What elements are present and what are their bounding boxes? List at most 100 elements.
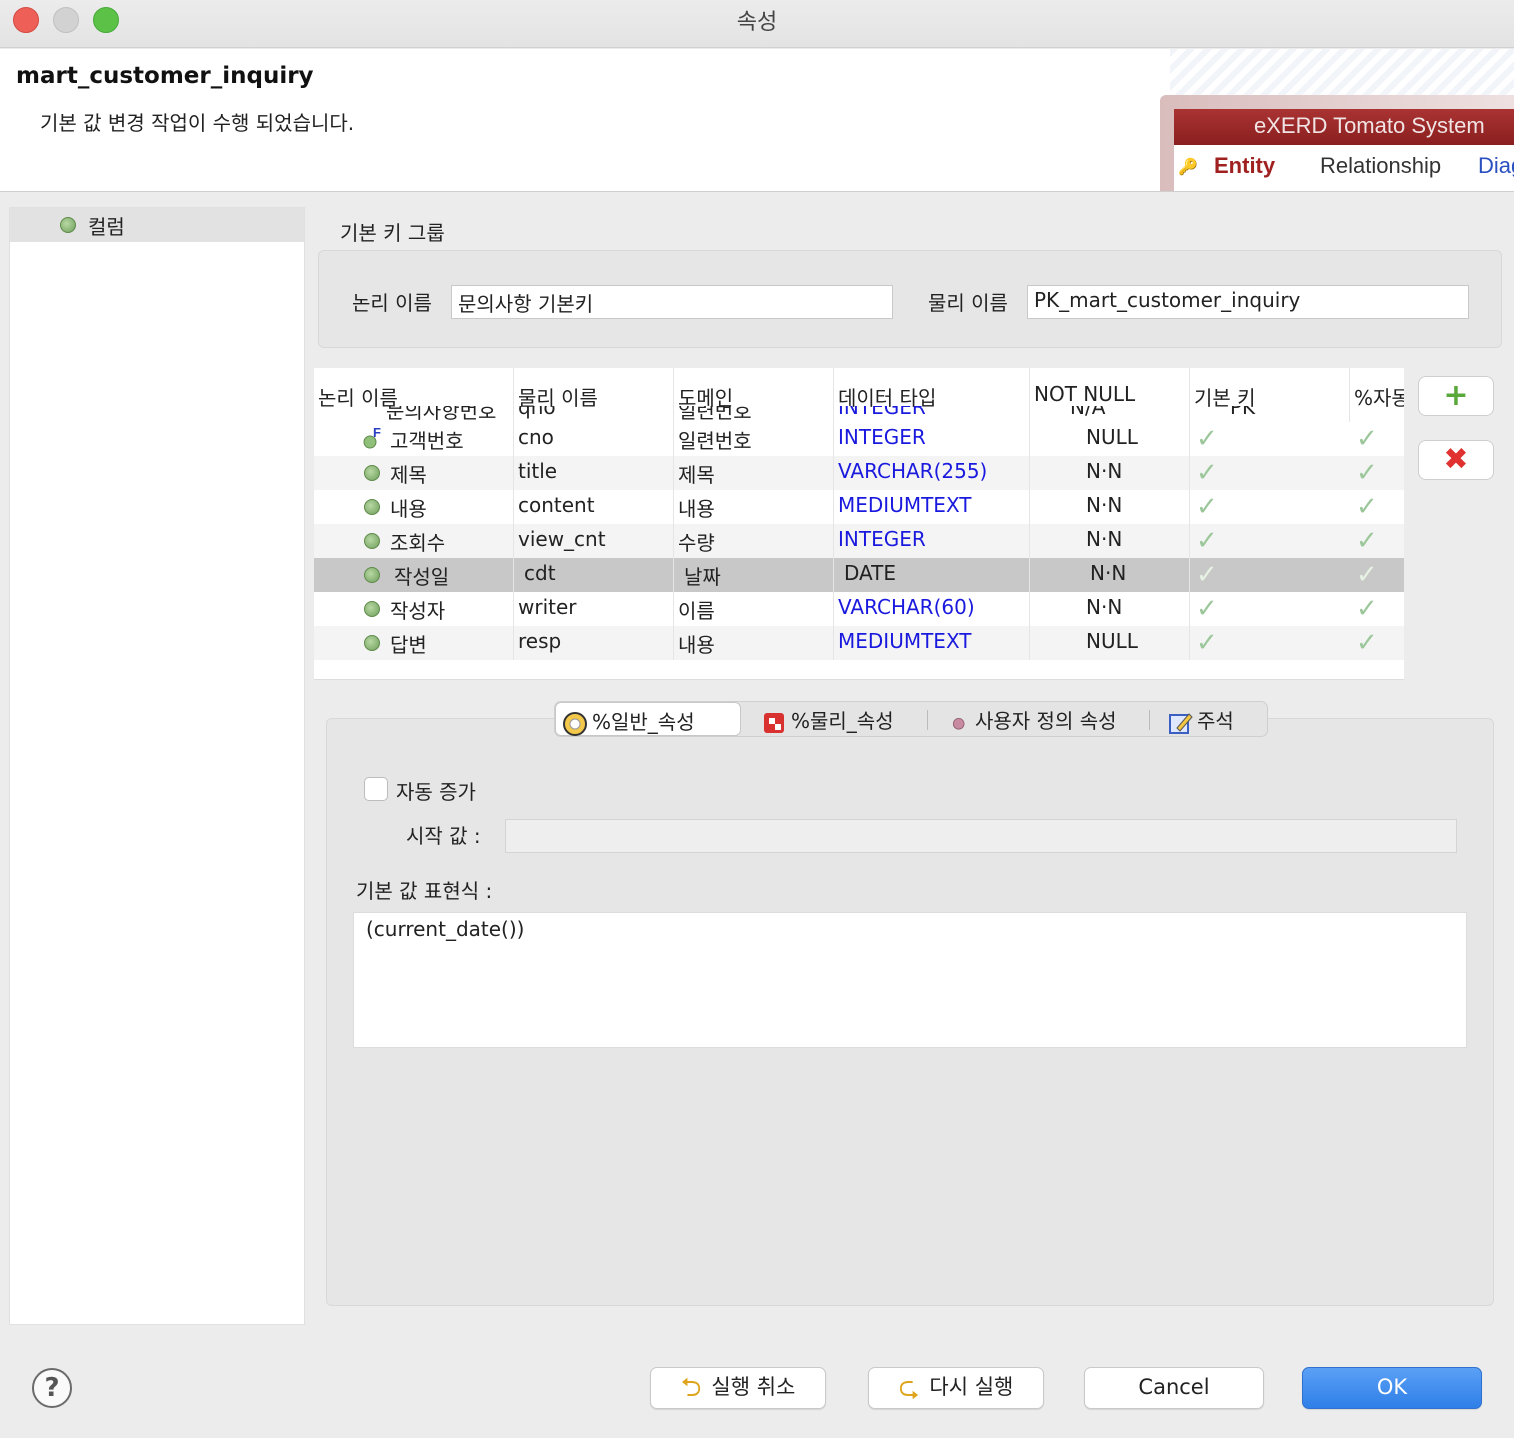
cell-notnull: N·N bbox=[1030, 592, 1190, 626]
cell-notnull: N·N bbox=[1030, 558, 1190, 592]
delete-x-icon: ✖ bbox=[1443, 442, 1469, 477]
redo-arrow-icon: ⮎ bbox=[898, 1373, 920, 1403]
pk-check-icon[interactable]: ✓ bbox=[1196, 460, 1218, 486]
tab-physical-properties[interactable]: %물리_속성 bbox=[755, 702, 925, 736]
table-row[interactable]: 작성자 writer 이름 VARCHAR(60) N·N ✓ ✓ bbox=[314, 592, 1404, 626]
cell-logical: 제목 bbox=[314, 456, 514, 490]
auto-check-icon[interactable]: ✓ bbox=[1356, 460, 1378, 486]
dialog-header: mart_customer_inquiry 기본 값 변경 작업이 수행 되었습… bbox=[0, 49, 1514, 192]
auto-check-icon[interactable]: ✓ bbox=[1356, 426, 1378, 452]
default-expr-label: 기본 값 표현식 : bbox=[356, 879, 493, 903]
cell-logical: 답변 bbox=[314, 626, 514, 660]
tree-item-column[interactable]: 컬럼 bbox=[10, 208, 304, 242]
tab-label: 사용자 정의 속성 bbox=[975, 709, 1117, 733]
cell-notnull: N·N bbox=[1030, 456, 1190, 490]
cell-domain: 내용 bbox=[674, 490, 834, 524]
pk-check-icon[interactable]: ✓ bbox=[1196, 528, 1218, 554]
column-dot-icon bbox=[60, 217, 76, 233]
cell-physical: cdt bbox=[514, 558, 674, 592]
tab-user-properties[interactable]: 사용자 정의 속성 bbox=[945, 702, 1145, 736]
window-title: 속성 bbox=[736, 10, 778, 35]
add-column-button[interactable]: + bbox=[1418, 376, 1494, 416]
table-row[interactable]: 답변 resp 내용 MEDIUMTEXT NULL ✓ ✓ bbox=[314, 626, 1404, 660]
table-row[interactable]: 조회수 view_cnt 수량 INTEGER N·N ✓ ✓ bbox=[314, 524, 1404, 558]
undo-button[interactable]: ⮌ 실행 취소 bbox=[650, 1367, 826, 1409]
pk-group-title: 기본 키 그룹 bbox=[340, 221, 445, 245]
undo-arrow-icon: ⮌ bbox=[680, 1373, 702, 1403]
pk-check-icon[interactable]: ✓ bbox=[1196, 426, 1218, 452]
pk-logical-name-input[interactable]: 문의사항 기본키 bbox=[451, 285, 893, 319]
user-props-icon bbox=[952, 717, 965, 730]
cell-physical: content bbox=[514, 490, 674, 524]
redo-label: 다시 실행 bbox=[929, 1375, 1014, 1399]
cell-domain: 내용 bbox=[674, 626, 834, 660]
banner-tab-entity: Entity bbox=[1214, 153, 1276, 178]
pk-check-icon[interactable]: ✓ bbox=[1196, 562, 1218, 588]
cell-datatype: VARCHAR(255) bbox=[834, 456, 1030, 490]
cell-logical: 내용 bbox=[314, 490, 514, 524]
pk-physical-name-input[interactable]: PK_mart_customer_inquiry bbox=[1027, 285, 1469, 319]
cell-datatype: DATE bbox=[834, 558, 1030, 592]
tab-general-properties[interactable]: %일반_속성 bbox=[555, 702, 741, 736]
auto-increment-checkbox[interactable] bbox=[364, 777, 388, 801]
cell-notnull: NULL bbox=[1030, 626, 1190, 660]
table-row-partial[interactable]: 문의사항번호 qno 일련번호 INTEGER N/A PK bbox=[314, 406, 1404, 422]
cancel-button[interactable]: Cancel bbox=[1084, 1367, 1264, 1409]
status-message: 기본 값 변경 작업이 수행 되었습니다. bbox=[40, 111, 355, 135]
cell-datatype: MEDIUMTEXT bbox=[834, 626, 1030, 660]
category-tree: 컬럼 bbox=[9, 207, 305, 1325]
delete-column-button[interactable]: ✖ bbox=[1418, 440, 1494, 480]
cell-notnull: N·N bbox=[1030, 524, 1190, 558]
table-row[interactable]: 제목 title 제목 VARCHAR(255) N·N ✓ ✓ bbox=[314, 456, 1404, 490]
auto-check-icon[interactable]: ✓ bbox=[1356, 562, 1378, 588]
cell-logical: 작성자 bbox=[314, 592, 514, 626]
banner-decoration bbox=[1170, 49, 1514, 95]
column-table: 논리 이름 물리 이름 도메인 데이터 타입 NOT NULL 기본 키 %자동… bbox=[314, 368, 1404, 680]
cell-domain: 수량 bbox=[674, 524, 834, 558]
cell-datatype: VARCHAR(60) bbox=[834, 592, 1030, 626]
auto-check-icon[interactable]: ✓ bbox=[1356, 630, 1378, 656]
default-expr-textarea[interactable]: (current_date()) bbox=[353, 912, 1467, 1048]
auto-check-icon[interactable]: ✓ bbox=[1356, 596, 1378, 622]
auto-check-icon[interactable]: ✓ bbox=[1356, 528, 1378, 554]
cell-physical: view_cnt bbox=[514, 524, 674, 558]
tab-label: %물리_속성 bbox=[791, 709, 894, 733]
comment-pencil-icon bbox=[1169, 712, 1193, 734]
pk-check-icon[interactable]: ✓ bbox=[1196, 494, 1218, 520]
cell-pk: PK bbox=[1190, 406, 1350, 422]
auto-increment-label: 자동 증가 bbox=[396, 780, 476, 804]
cell-datatype: INTEGER bbox=[834, 406, 1030, 422]
table-row-selected[interactable]: 작성일 cdt 날짜 DATE N·N ✓ ✓ bbox=[314, 558, 1404, 592]
tab-label: %일반_속성 bbox=[592, 710, 695, 734]
exerd-banner-image: eXERD Tomato System 🔑 Entity Relationshi… bbox=[1160, 95, 1514, 191]
banner-tab-diagram: Diag bbox=[1478, 153, 1514, 178]
redo-button[interactable]: ⮎ 다시 실행 bbox=[868, 1367, 1044, 1409]
cell-notnull: NULL bbox=[1030, 422, 1190, 456]
tab-comment[interactable]: 주석 bbox=[1161, 702, 1265, 736]
start-value-input[interactable] bbox=[505, 819, 1457, 853]
start-value-label: 시작 값 : bbox=[406, 824, 481, 848]
table-row[interactable]: F 고객번호 cno 일련번호 INTEGER NULL ✓ ✓ bbox=[314, 422, 1404, 456]
cell-domain: 이름 bbox=[674, 592, 834, 626]
cell-logical: 조회수 bbox=[314, 524, 514, 558]
cell-datatype: INTEGER bbox=[834, 524, 1030, 558]
banner-brand: eXERD Tomato System bbox=[1254, 113, 1485, 138]
cell-datatype: INTEGER bbox=[834, 422, 1030, 456]
help-button[interactable]: ? bbox=[32, 1368, 72, 1408]
table-row[interactable]: 내용 content 내용 MEDIUMTEXT N·N ✓ ✓ bbox=[314, 490, 1404, 524]
cell-datatype: MEDIUMTEXT bbox=[834, 490, 1030, 524]
undo-label: 실행 취소 bbox=[711, 1375, 796, 1399]
pk-check-icon[interactable]: ✓ bbox=[1196, 596, 1218, 622]
cell-physical: cno bbox=[514, 422, 674, 456]
cell-physical: resp bbox=[514, 626, 674, 660]
ok-button[interactable]: OK bbox=[1302, 1367, 1482, 1409]
cell-domain: 일련번호 bbox=[674, 422, 834, 456]
cell-notnull: N·N bbox=[1030, 490, 1190, 524]
banner-tab-relationship: Relationship bbox=[1320, 153, 1442, 178]
pk-check-icon[interactable]: ✓ bbox=[1196, 630, 1218, 656]
pk-logical-name-label: 논리 이름 bbox=[352, 291, 432, 315]
auto-check-icon[interactable]: ✓ bbox=[1356, 494, 1378, 520]
entity-title: mart_customer_inquiry bbox=[16, 63, 314, 89]
cell-logical: 작성일 bbox=[314, 558, 514, 592]
key-icon: 🔑 bbox=[1178, 159, 1198, 176]
